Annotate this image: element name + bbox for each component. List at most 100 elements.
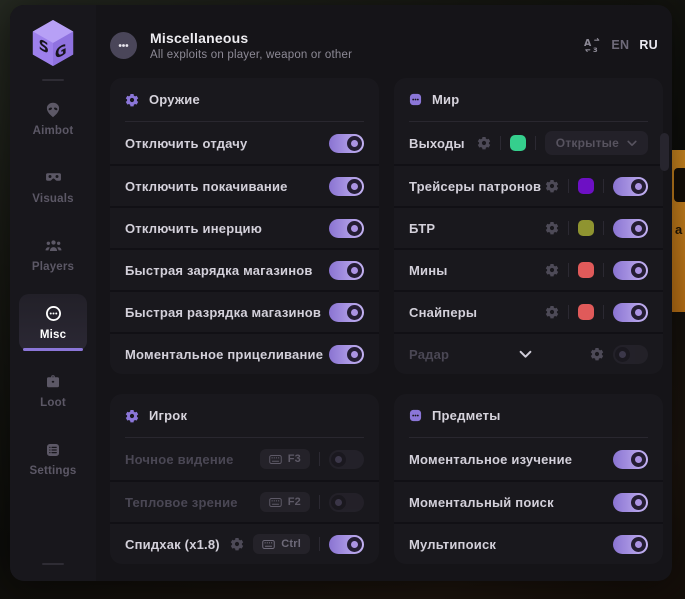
page-titles: Miscellaneous All exploits on player, we… <box>150 30 352 61</box>
row-settings-gear-icon[interactable] <box>477 136 491 150</box>
feature-row: Ночное видениеF3 <box>110 438 379 480</box>
toggle-knob <box>347 221 362 236</box>
sidebar-nav: Aimbot Visuals Players Misc Loot Settings <box>19 90 87 487</box>
row-settings-gear-icon[interactable] <box>545 305 559 319</box>
feature-label: Моментальное изучение <box>409 452 572 467</box>
sidebar-item-visuals[interactable]: Visuals <box>19 158 87 215</box>
feature-label: Выходы <box>409 136 465 151</box>
page-subtitle: All exploits on player, weapon or other <box>150 49 352 61</box>
app-logo-icon: S G <box>30 18 76 68</box>
toggle-on[interactable] <box>329 261 364 280</box>
row-settings-gear-icon[interactable] <box>545 263 559 277</box>
toggle-off[interactable] <box>329 493 364 512</box>
section-title: Оружие <box>149 92 200 107</box>
gear-icon <box>125 409 139 423</box>
dots-square-icon <box>409 93 422 106</box>
feature-label: Радар <box>409 347 449 362</box>
toggle-on[interactable] <box>329 303 364 322</box>
toggle-knob <box>631 305 646 320</box>
toggle-knob <box>631 179 646 194</box>
dots-square-icon <box>409 409 422 422</box>
gear-icon <box>125 93 139 107</box>
color-swatch[interactable] <box>578 178 594 194</box>
row-controls: Открытые <box>477 131 648 155</box>
toggle-off[interactable] <box>613 345 648 364</box>
section-header: Предметы <box>394 394 663 437</box>
toggle-on[interactable] <box>613 261 648 280</box>
feature-label: Трейсеры патронов <box>409 179 541 194</box>
feature-label: Отключить инерцию <box>125 221 262 236</box>
toggle-on[interactable] <box>613 535 648 554</box>
scrollbar-thumb[interactable] <box>660 133 669 171</box>
toggle-knob <box>331 495 346 510</box>
toggle-on[interactable] <box>329 134 364 153</box>
translate-icon: A з <box>584 37 601 53</box>
row-controls <box>545 303 648 322</box>
toggle-off[interactable] <box>329 450 364 469</box>
feature-label: Моментальный поиск <box>409 495 554 510</box>
feature-row: Трейсеры патронов <box>394 164 663 206</box>
section-title: Предметы <box>432 408 501 423</box>
toggle-on[interactable] <box>613 219 648 238</box>
row-controls <box>329 177 364 196</box>
exits-dropdown[interactable]: Открытые <box>545 131 648 155</box>
lang-ru-button[interactable]: RU <box>639 38 658 52</box>
chevron-down-icon[interactable] <box>519 350 532 359</box>
color-swatch[interactable] <box>510 135 526 151</box>
background-game-fragment: а <box>672 150 685 312</box>
sidebar-item-misc[interactable]: Misc <box>19 294 87 351</box>
language-options: EN RU <box>611 38 658 52</box>
dropdown-value: Открытые <box>556 136 619 150</box>
lang-en-button[interactable]: EN <box>611 38 629 52</box>
control-divider <box>319 537 320 551</box>
color-swatch[interactable] <box>578 304 594 320</box>
row-settings-gear-icon[interactable] <box>590 347 604 361</box>
sidebar-item-settings[interactable]: Settings <box>19 430 87 487</box>
hotkey-badge[interactable]: Ctrl <box>253 534 310 554</box>
control-divider <box>568 221 569 235</box>
toggle-knob <box>331 452 346 467</box>
control-divider <box>603 221 604 235</box>
color-swatch[interactable] <box>578 262 594 278</box>
toggle-knob <box>631 452 646 467</box>
feature-label: Тепловое зрение <box>125 495 238 510</box>
toggle-on[interactable] <box>329 219 364 238</box>
sidebar-item-loot[interactable]: Loot <box>19 362 87 419</box>
svg-text:з: з <box>593 45 598 53</box>
hotkey-badge[interactable]: F3 <box>260 449 310 469</box>
section-rows: ВыходыОткрытыеТрейсеры патроновБТРМиныСн… <box>394 122 663 374</box>
row-settings-gear-icon[interactable] <box>545 221 559 235</box>
feature-label: Отключить отдачу <box>125 136 247 151</box>
row-controls <box>545 177 648 196</box>
row-controls <box>329 303 364 322</box>
background-fragment-text: а <box>675 222 682 237</box>
sidebar-item-aimbot[interactable]: Aimbot <box>19 90 87 147</box>
toggle-on[interactable] <box>329 345 364 364</box>
row-controls <box>545 261 648 280</box>
feature-row: Мины <box>394 248 663 290</box>
feature-row: Спидхак (x1.8) Ctrl <box>110 522 379 564</box>
toggle-on[interactable] <box>613 493 648 512</box>
color-swatch[interactable] <box>578 220 594 236</box>
content-header: Miscellaneous All exploits on player, we… <box>110 24 663 66</box>
feature-row: Отключить покачивание <box>110 164 379 206</box>
control-divider <box>568 305 569 319</box>
section-world: МирВыходыОткрытыеТрейсеры патроновБТРМин… <box>394 78 663 374</box>
toggle-on[interactable] <box>613 303 648 322</box>
language-switcher: A з EN RU <box>584 37 658 53</box>
row-settings-gear-icon[interactable] <box>230 537 244 551</box>
row-controls <box>329 134 364 153</box>
toggle-on[interactable] <box>329 535 364 554</box>
toggle-on[interactable] <box>613 177 648 196</box>
toggle-on[interactable] <box>329 177 364 196</box>
feature-row: Моментальное изучение <box>394 438 663 480</box>
svg-text:A: A <box>584 38 592 49</box>
sections-grid: Оружие Отключить отдачу Отключить покачива… <box>110 78 663 564</box>
row-settings-gear-icon[interactable] <box>545 179 559 193</box>
sidebar-item-players[interactable]: Players <box>19 226 87 283</box>
toggle-on[interactable] <box>613 450 648 469</box>
feature-label: Спидхак (x1.8) <box>125 537 220 552</box>
hotkey-badge[interactable]: F2 <box>260 492 310 512</box>
settings-list-icon <box>45 441 61 459</box>
row-controls <box>613 450 648 469</box>
